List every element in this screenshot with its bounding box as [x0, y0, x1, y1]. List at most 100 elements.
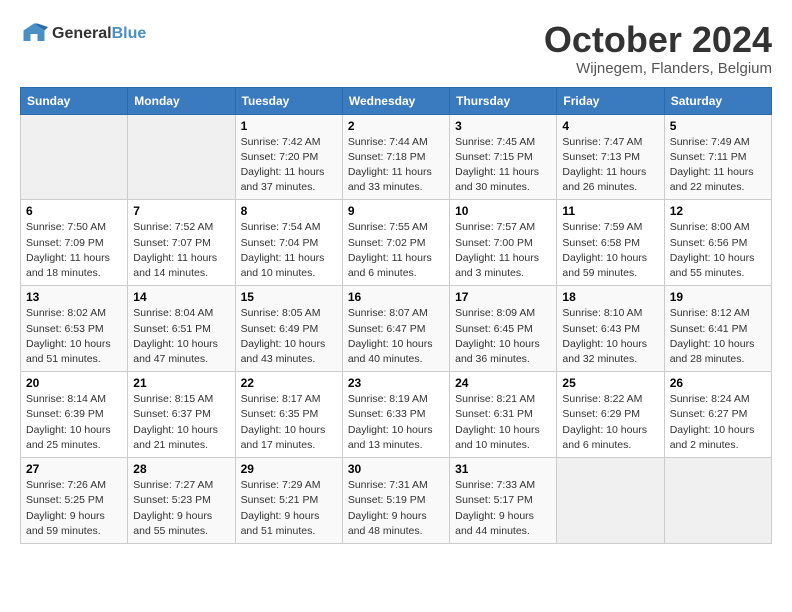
cell-content-line: Daylight: 11 hours and 10 minutes.: [241, 251, 337, 281]
cell-content-line: Sunset: 7:07 PM: [133, 236, 229, 251]
cell-content-line: Sunrise: 7:50 AM: [26, 220, 122, 235]
cell-content-line: Daylight: 10 hours and 10 minutes.: [455, 423, 551, 453]
day-number: 1: [241, 119, 337, 133]
cell-content-line: Daylight: 9 hours and 59 minutes.: [26, 509, 122, 539]
calendar-cell: 28Sunrise: 7:27 AMSunset: 5:23 PMDayligh…: [128, 458, 235, 544]
cell-content-line: Daylight: 9 hours and 44 minutes.: [455, 509, 551, 539]
cell-content-line: Sunset: 5:25 PM: [26, 493, 122, 508]
day-header-friday: Friday: [557, 87, 664, 114]
cell-content-line: Sunset: 6:45 PM: [455, 322, 551, 337]
day-header-tuesday: Tuesday: [235, 87, 342, 114]
cell-content-line: Sunset: 6:35 PM: [241, 407, 337, 422]
cell-content-line: Sunset: 7:20 PM: [241, 150, 337, 165]
cell-content-line: Sunrise: 8:15 AM: [133, 392, 229, 407]
cell-content-line: Sunset: 6:37 PM: [133, 407, 229, 422]
cell-content-line: Daylight: 10 hours and 36 minutes.: [455, 337, 551, 367]
cell-content-line: Sunset: 6:31 PM: [455, 407, 551, 422]
calendar-cell: 11Sunrise: 7:59 AMSunset: 6:58 PMDayligh…: [557, 200, 664, 286]
calendar-cell: 10Sunrise: 7:57 AMSunset: 7:00 PMDayligh…: [450, 200, 557, 286]
calendar-cell: 15Sunrise: 8:05 AMSunset: 6:49 PMDayligh…: [235, 286, 342, 372]
day-number: 30: [348, 462, 444, 476]
calendar-cell: 4Sunrise: 7:47 AMSunset: 7:13 PMDaylight…: [557, 114, 664, 200]
cell-content-line: Sunset: 7:13 PM: [562, 150, 658, 165]
day-number: 26: [670, 376, 766, 390]
day-number: 29: [241, 462, 337, 476]
cell-content-line: Sunset: 5:17 PM: [455, 493, 551, 508]
day-number: 24: [455, 376, 551, 390]
calendar-cell: [128, 114, 235, 200]
day-header-monday: Monday: [128, 87, 235, 114]
calendar-cell: 27Sunrise: 7:26 AMSunset: 5:25 PMDayligh…: [21, 458, 128, 544]
cell-content-line: Daylight: 11 hours and 6 minutes.: [348, 251, 444, 281]
cell-content-line: Sunrise: 8:12 AM: [670, 306, 766, 321]
day-number: 27: [26, 462, 122, 476]
calendar-cell: 14Sunrise: 8:04 AMSunset: 6:51 PMDayligh…: [128, 286, 235, 372]
day-number: 10: [455, 204, 551, 218]
calendar-cell: 6Sunrise: 7:50 AMSunset: 7:09 PMDaylight…: [21, 200, 128, 286]
location: Wijnegem, Flanders, Belgium: [544, 60, 772, 77]
cell-content-line: Daylight: 10 hours and 47 minutes.: [133, 337, 229, 367]
cell-content-line: Sunrise: 7:31 AM: [348, 478, 444, 493]
calendar-header: SundayMondayTuesdayWednesdayThursdayFrid…: [21, 87, 772, 114]
cell-content-line: Sunset: 6:53 PM: [26, 322, 122, 337]
cell-content-line: Sunrise: 8:24 AM: [670, 392, 766, 407]
day-number: 13: [26, 290, 122, 304]
cell-content-line: Sunrise: 8:21 AM: [455, 392, 551, 407]
calendar-cell: 1Sunrise: 7:42 AMSunset: 7:20 PMDaylight…: [235, 114, 342, 200]
cell-content-line: Daylight: 11 hours and 22 minutes.: [670, 165, 766, 195]
calendar-table: SundayMondayTuesdayWednesdayThursdayFrid…: [20, 87, 772, 544]
cell-content-line: Sunset: 5:21 PM: [241, 493, 337, 508]
cell-content-line: Daylight: 10 hours and 28 minutes.: [670, 337, 766, 367]
day-number: 31: [455, 462, 551, 476]
cell-content-line: Daylight: 9 hours and 55 minutes.: [133, 509, 229, 539]
cell-content-line: Daylight: 10 hours and 13 minutes.: [348, 423, 444, 453]
day-number: 12: [670, 204, 766, 218]
day-number: 23: [348, 376, 444, 390]
calendar-cell: 8Sunrise: 7:54 AMSunset: 7:04 PMDaylight…: [235, 200, 342, 286]
day-number: 9: [348, 204, 444, 218]
calendar-cell: 25Sunrise: 8:22 AMSunset: 6:29 PMDayligh…: [557, 372, 664, 458]
cell-content-line: Sunrise: 8:22 AM: [562, 392, 658, 407]
cell-content-line: Sunset: 6:39 PM: [26, 407, 122, 422]
cell-content-line: Sunrise: 8:10 AM: [562, 306, 658, 321]
cell-content-line: Sunset: 7:02 PM: [348, 236, 444, 251]
cell-content-line: Sunrise: 7:44 AM: [348, 135, 444, 150]
day-header-sunday: Sunday: [21, 87, 128, 114]
cell-content-line: Daylight: 11 hours and 37 minutes.: [241, 165, 337, 195]
day-number: 3: [455, 119, 551, 133]
cell-content-line: Sunrise: 7:29 AM: [241, 478, 337, 493]
cell-content-line: Sunset: 6:29 PM: [562, 407, 658, 422]
cell-content-line: Sunset: 7:11 PM: [670, 150, 766, 165]
cell-content-line: Sunrise: 8:17 AM: [241, 392, 337, 407]
cell-content-line: Sunrise: 7:33 AM: [455, 478, 551, 493]
calendar-cell: 23Sunrise: 8:19 AMSunset: 6:33 PMDayligh…: [342, 372, 449, 458]
week-row-5: 27Sunrise: 7:26 AMSunset: 5:25 PMDayligh…: [21, 458, 772, 544]
calendar-cell: 7Sunrise: 7:52 AMSunset: 7:07 PMDaylight…: [128, 200, 235, 286]
cell-content-line: Sunset: 7:18 PM: [348, 150, 444, 165]
day-number: 2: [348, 119, 444, 133]
day-number: 14: [133, 290, 229, 304]
day-number: 16: [348, 290, 444, 304]
cell-content-line: Sunset: 6:56 PM: [670, 236, 766, 251]
month-title: October 2024: [544, 20, 772, 60]
calendar-cell: 9 Sunrise: 7:55 AMSunset: 7:02 PMDaylight…: [342, 200, 449, 286]
cell-content-line: Sunrise: 8:05 AM: [241, 306, 337, 321]
day-number: 7: [133, 204, 229, 218]
logo-icon: [20, 20, 48, 48]
day-number: 19: [670, 290, 766, 304]
cell-content-line: Sunrise: 8:07 AM: [348, 306, 444, 321]
cell-content-line: Daylight: 11 hours and 14 minutes.: [133, 251, 229, 281]
calendar-cell: [557, 458, 664, 544]
cell-content-line: Daylight: 11 hours and 26 minutes.: [562, 165, 658, 195]
cell-content-line: Sunset: 6:41 PM: [670, 322, 766, 337]
page-header: GeneralBlue October 2024 Wijnegem, Fland…: [20, 20, 772, 77]
calendar-cell: 30Sunrise: 7:31 AMSunset: 5:19 PMDayligh…: [342, 458, 449, 544]
cell-content-line: Sunrise: 7:55 AM: [348, 220, 444, 235]
cell-content-line: Daylight: 10 hours and 25 minutes.: [26, 423, 122, 453]
cell-content-line: Daylight: 9 hours and 51 minutes.: [241, 509, 337, 539]
cell-content-line: Sunrise: 7:57 AM: [455, 220, 551, 235]
cell-content-line: Sunset: 6:49 PM: [241, 322, 337, 337]
calendar-cell: 22Sunrise: 8:17 AMSunset: 6:35 PMDayligh…: [235, 372, 342, 458]
day-number: 8: [241, 204, 337, 218]
day-number: 21: [133, 376, 229, 390]
